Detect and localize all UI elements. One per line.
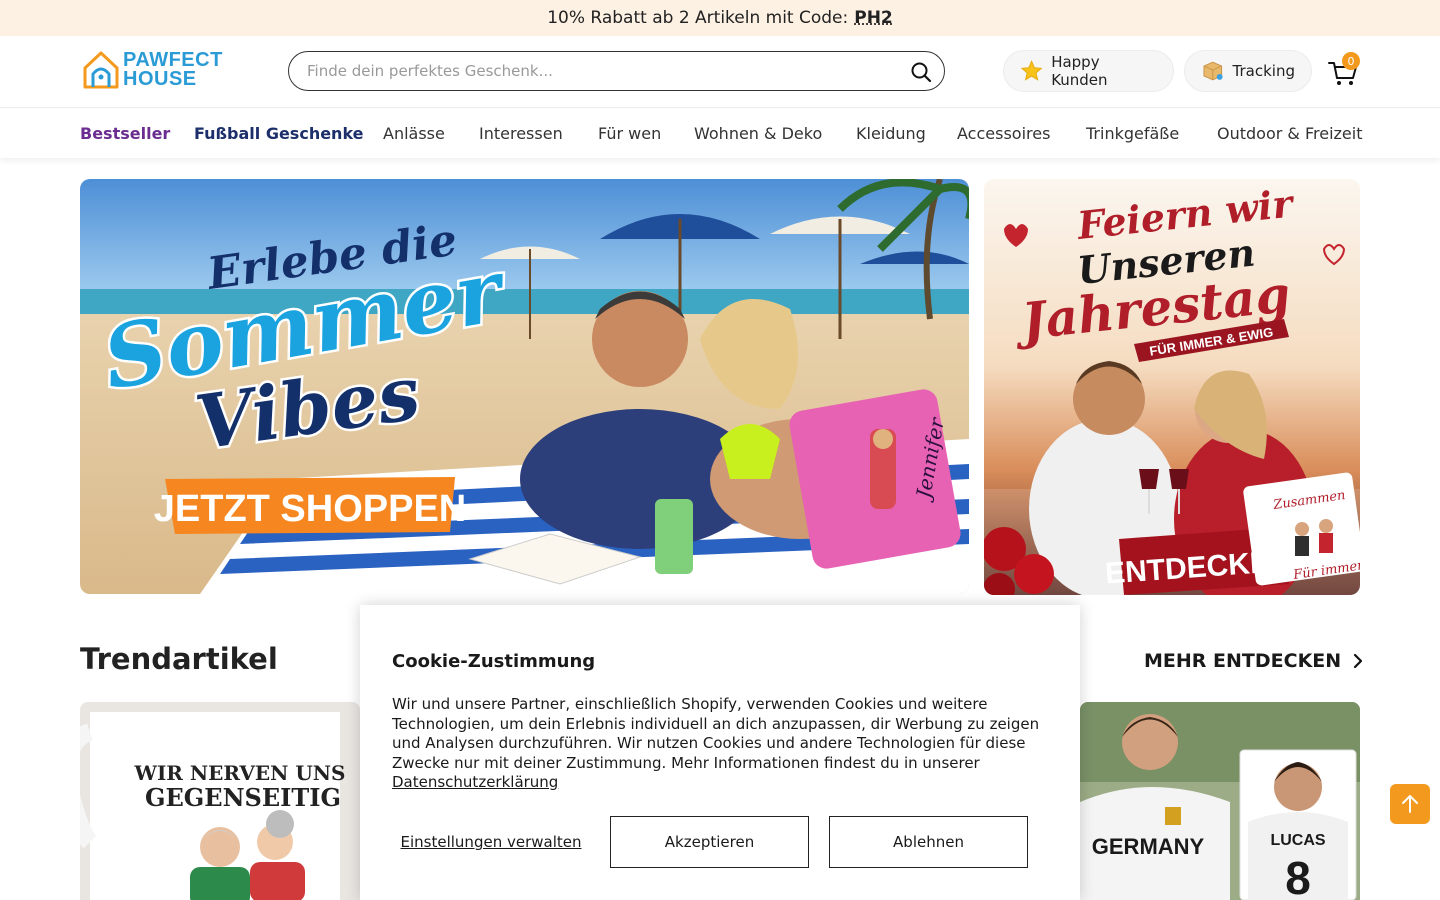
- discover-more-label: MEHR ENTDECKEN: [1144, 650, 1342, 672]
- product-image-mug: WIR NERVEN UNS GEGENSEITIG: [80, 702, 360, 900]
- cookie-body-text: Wir und unsere Partner, einschließlich S…: [392, 695, 1040, 772]
- logo-text: PAWFECT HOUSE: [123, 50, 223, 90]
- discover-more-link[interactable]: MEHR ENTDECKEN: [1144, 650, 1367, 672]
- summer-banner-image: Jennifer Erlebe die Sommer Vibes JETZT S…: [80, 179, 969, 594]
- cart-count-badge: 0: [1342, 52, 1360, 70]
- tracking-button[interactable]: Tracking: [1184, 50, 1312, 92]
- package-icon: [1203, 61, 1223, 81]
- cookie-body: Wir und unsere Partner, einschließlich S…: [392, 695, 1052, 793]
- manage-settings-button[interactable]: Einstellungen verwalten: [392, 816, 590, 868]
- jersey-name-text: LUCAS: [1270, 832, 1325, 849]
- nav-item-drinkware[interactable]: Trinkgefäße: [1086, 124, 1179, 143]
- product-card-mug[interactable]: WIR NERVEN UNS GEGENSEITIG: [80, 702, 360, 900]
- accept-button[interactable]: Akzeptieren: [610, 816, 809, 868]
- jersey-text: GERMANY: [1092, 834, 1205, 859]
- privacy-policy-link[interactable]: Datenschutzerklärung: [392, 773, 558, 791]
- nav-item-home-decor[interactable]: Wohnen & Deko: [694, 124, 822, 143]
- arrow-up-icon: [1402, 795, 1418, 813]
- promo-bar: 10% Rabatt ab 2 Artikeln mit Code: PH2: [0, 0, 1440, 36]
- logo-house-icon: [83, 51, 119, 89]
- search-bar: [288, 51, 945, 91]
- header: PAWFECT HOUSE Happy Kunden Tracking: [0, 36, 1440, 108]
- decline-button[interactable]: Ablehnen: [829, 816, 1028, 868]
- anniversary-banner[interactable]: Feiern wir Unseren Jahrestag FÜR IMMER &…: [984, 179, 1360, 595]
- product-card-jersey[interactable]: GERMANY LUCAS 8: [1080, 702, 1360, 900]
- promo-code: PH2: [854, 8, 893, 28]
- happy-customers-button[interactable]: Happy Kunden: [1003, 50, 1174, 92]
- nav-item-occasions[interactable]: Anlässe: [383, 124, 445, 143]
- star-icon: [1020, 60, 1043, 81]
- nav-item-football-gifts[interactable]: Fußball Geschenke: [194, 124, 364, 143]
- cookie-consent-dialog: Cookie-Zustimmung Wir und unsere Partner…: [360, 605, 1080, 900]
- nav-item-bestseller[interactable]: Bestseller: [80, 124, 170, 143]
- logo[interactable]: PAWFECT HOUSE: [82, 50, 223, 90]
- trending-title: Trendartikel: [80, 642, 278, 676]
- main-nav: Bestseller Fußball Geschenke Anlässe Int…: [0, 109, 1440, 158]
- tracking-label: Tracking: [1232, 62, 1295, 80]
- anniversary-banner-image: Feiern wir Unseren Jahrestag FÜR IMMER &…: [984, 179, 1360, 595]
- nav-item-accessories[interactable]: Accessoires: [957, 124, 1050, 143]
- search-input[interactable]: [307, 62, 897, 80]
- banner-cta-text[interactable]: JETZT SHOPPEN: [154, 488, 467, 530]
- scroll-to-top-button[interactable]: [1390, 784, 1430, 824]
- jersey-number-text: 8: [1285, 852, 1311, 900]
- product-image-jersey: GERMANY LUCAS 8: [1080, 702, 1360, 900]
- summer-banner[interactable]: Jennifer Erlebe die Sommer Vibes JETZT S…: [80, 179, 969, 594]
- mug-text-line2: GEGENSEITIG: [145, 783, 341, 812]
- logo-line2: HOUSE: [123, 68, 197, 90]
- happy-customers-label: Happy Kunden: [1051, 53, 1108, 89]
- promo-text: 10% Rabatt ab 2 Artikeln mit Code:: [547, 8, 849, 28]
- search-icon[interactable]: [910, 61, 932, 83]
- nav-item-interests[interactable]: Interessen: [479, 124, 563, 143]
- nav-item-clothing[interactable]: Kleidung: [856, 124, 926, 143]
- chevron-right-icon: [1354, 653, 1363, 669]
- nav-item-outdoor[interactable]: Outdoor & Freizeit: [1217, 124, 1362, 143]
- nav-item-for-whom[interactable]: Für wen: [598, 124, 661, 143]
- mug-text-line1: WIR NERVEN UNS: [133, 761, 345, 785]
- cookie-title: Cookie-Zustimmung: [392, 651, 596, 672]
